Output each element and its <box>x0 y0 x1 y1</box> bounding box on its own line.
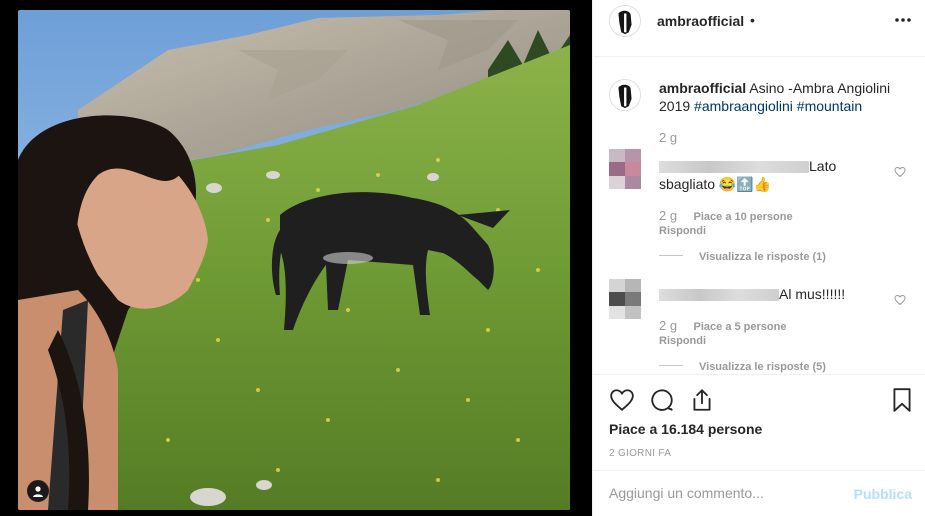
comments-list[interactable]: ambraofficial Asino -Ambra Angiolini 201… <box>593 57 925 374</box>
post-actions: Piace a 16.184 persone 2 GIORNI FA <box>593 374 925 470</box>
comment-likes-link[interactable]: Piace a 5 persone <box>694 321 787 333</box>
comment-meta: 2 g Piace a 10 persone <box>659 208 793 223</box>
header-username[interactable]: ambraofficial <box>657 13 744 29</box>
share-icon[interactable] <box>689 387 715 413</box>
redacted-username <box>659 161 809 174</box>
reply-button[interactable]: Rispondi <box>659 225 706 237</box>
reply-button[interactable]: Rispondi <box>659 335 706 347</box>
publish-button[interactable]: Pubblica <box>854 486 912 502</box>
comment-input[interactable] <box>609 485 839 501</box>
post-header: ambraofficial • <box>593 0 925 57</box>
likes-count[interactable]: Piace a 16.184 persone <box>609 421 762 437</box>
comment-meta: 2 g Piace a 5 persone <box>659 318 787 333</box>
comment-text: Lato sbagliato 😂🔝👍 <box>659 158 837 192</box>
more-options-icon[interactable] <box>894 11 912 34</box>
add-comment-bar: Pubblica <box>593 470 925 516</box>
view-replies-button[interactable]: Visualizza le risposte (5) <box>659 357 826 374</box>
author-avatar[interactable] <box>609 5 641 37</box>
comment-bubble-icon[interactable] <box>649 387 675 413</box>
header-dot: • <box>750 12 755 28</box>
caption-username[interactable]: ambraofficial <box>659 80 746 96</box>
comment-like-icon[interactable] <box>894 294 906 306</box>
tagged-user-icon[interactable] <box>27 480 49 502</box>
save-bookmark-icon[interactable] <box>889 387 915 413</box>
commenter-avatar[interactable] <box>609 149 641 189</box>
post-time[interactable]: 2 GIORNI FA <box>609 448 671 459</box>
comment-likes-link[interactable]: Piace a 10 persone <box>694 211 793 223</box>
commenter-avatar[interactable] <box>609 279 641 319</box>
like-heart-icon[interactable] <box>609 387 635 413</box>
redacted-username <box>659 289 779 302</box>
post-photo[interactable] <box>18 10 570 510</box>
post-media-panel <box>0 0 592 516</box>
hashtag-link[interactable]: #mountain <box>797 98 862 114</box>
view-replies-button[interactable]: Visualizza le risposte (1) <box>659 247 826 265</box>
comment-text: Al mus!!!!!! <box>659 285 879 303</box>
replies-divider <box>659 365 683 367</box>
hashtag-link[interactable]: #ambraangiolini <box>694 98 793 114</box>
post-caption: ambraofficial Asino -Ambra Angiolini 201… <box>659 79 909 115</box>
post-details-panel: ambraofficial • ambraofficial Asino -Amb… <box>592 0 925 516</box>
replies-divider <box>659 255 683 257</box>
photo-illustration <box>18 10 570 510</box>
comment-like-icon[interactable] <box>894 166 906 178</box>
caption-age: 2 g <box>659 130 678 145</box>
caption-avatar[interactable] <box>609 79 641 111</box>
